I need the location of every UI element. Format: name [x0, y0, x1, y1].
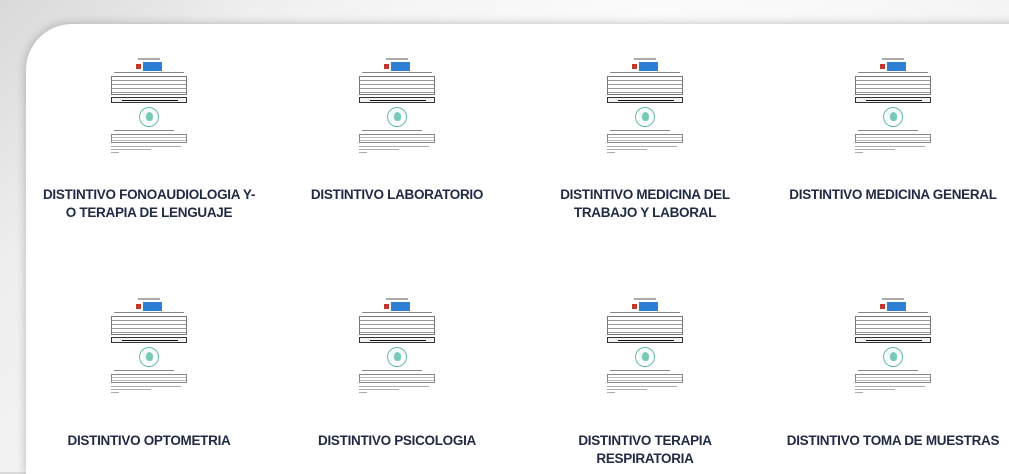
signature-box — [111, 134, 187, 143]
seal-line — [138, 58, 160, 60]
head-emblem-icon — [883, 107, 903, 127]
head-emblem-icon — [883, 347, 903, 367]
card-medicina-general[interactable]: DISTINTIVO MEDICINA GENERAL — [770, 24, 1000, 204]
head-emblem-icon — [635, 107, 655, 127]
document-thumbnail[interactable] — [108, 58, 190, 162]
ministry-logo-icon — [880, 302, 906, 311]
service-bar — [111, 97, 187, 103]
document-thumbnail[interactable] — [852, 298, 934, 402]
ministry-logo-icon — [384, 302, 410, 311]
document-thumbnail[interactable] — [108, 298, 190, 402]
card-optometria[interactable]: DISTINTIVO OPTOMETRIA — [26, 264, 256, 448]
ministry-logo-icon — [632, 302, 658, 311]
head-emblem-icon — [139, 107, 159, 127]
ministry-logo-icon — [632, 62, 658, 71]
ministry-logo-icon — [880, 62, 906, 71]
ministry-logo-icon — [136, 62, 162, 71]
distintivos-grid: DISTINTIVO FONOAUDIOLOGIA Y- O TERAPIA DE… — [26, 24, 1009, 474]
head-emblem-icon — [635, 347, 655, 367]
card-toma-muestras[interactable]: DISTINTIVO TOMA DE MUESTRAS — [770, 264, 1000, 448]
card-fonoaudiologia[interactable]: DISTINTIVO FONOAUDIOLOGIA Y- O TERAPIA DE… — [26, 24, 256, 220]
card-title[interactable]: DISTINTIVO TOMA DE MUESTRAS — [770, 432, 1009, 450]
card-title[interactable]: DISTINTIVO TERAPIA RESPIRATORIA — [522, 432, 768, 468]
head-emblem-icon — [387, 107, 407, 127]
card-psicologia[interactable]: DISTINTIVO PSICOLOGIA — [274, 264, 504, 448]
document-thumbnail[interactable] — [604, 58, 686, 162]
card-medicina-trabajo[interactable]: DISTINTIVO MEDICINA DEL TRABAJO Y LABORAL — [522, 24, 752, 220]
card-terapia-respiratoria[interactable]: DISTINTIVO TERAPIA RESPIRATORIA — [522, 264, 752, 466]
form-table — [111, 76, 187, 95]
document-thumbnail[interactable] — [356, 298, 438, 402]
document-thumbnail[interactable] — [356, 58, 438, 162]
card-title[interactable]: DISTINTIVO FONOAUDIOLOGIA Y- O TERAPIA DE… — [26, 186, 272, 222]
ministry-logo-icon — [136, 302, 162, 311]
card-title[interactable]: DISTINTIVO PSICOLOGIA — [274, 432, 520, 450]
head-emblem-icon — [139, 347, 159, 367]
card-title[interactable]: DISTINTIVO MEDICINA GENERAL — [770, 186, 1009, 204]
content-panel: DISTINTIVO FONOAUDIOLOGIA Y- O TERAPIA DE… — [26, 24, 1009, 474]
card-laboratorio[interactable]: DISTINTIVO LABORATORIO — [274, 24, 504, 204]
card-title[interactable]: DISTINTIVO MEDICINA DEL TRABAJO Y LABORAL — [522, 186, 768, 222]
card-title[interactable]: DISTINTIVO OPTOMETRIA — [26, 432, 272, 450]
card-title[interactable]: DISTINTIVO LABORATORIO — [274, 186, 520, 204]
document-thumbnail[interactable] — [852, 58, 934, 162]
head-emblem-icon — [387, 347, 407, 367]
ministry-logo-icon — [384, 62, 410, 71]
document-thumbnail[interactable] — [604, 298, 686, 402]
